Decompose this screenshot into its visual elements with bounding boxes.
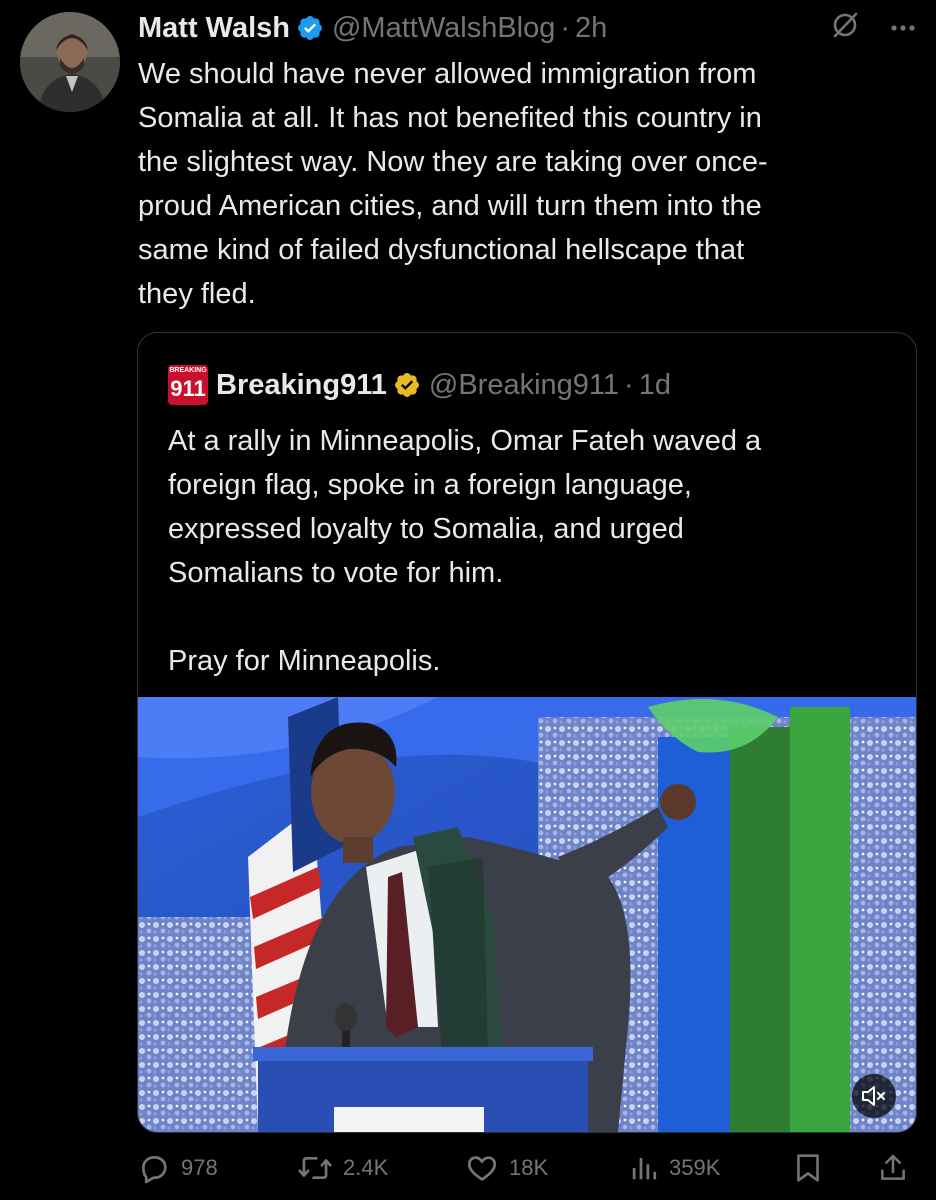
quoted-separator-dot: · <box>624 368 634 401</box>
more-options-icon[interactable] <box>890 19 916 37</box>
verified-badge-icon <box>296 14 324 42</box>
heart-icon <box>467 1156 497 1181</box>
logo-number-text: 911 <box>170 376 206 401</box>
avatar-image <box>20 12 120 112</box>
quoted-paragraph-2: Pray for Minneapolis. <box>168 645 441 677</box>
tweet-text: We should have never allowed immigration… <box>138 58 768 310</box>
quoted-tweet-header: BREAKING 911 Breaking911 @Breaking911 · … <box>168 365 671 405</box>
tweet-timestamp[interactable]: 2h <box>575 12 607 45</box>
repost-count: 2.4K <box>343 1155 389 1180</box>
like-count: 18K <box>509 1155 549 1180</box>
view-count: 359K <box>669 1155 721 1180</box>
share-icon <box>881 1154 905 1180</box>
quoted-tweet-text: At a rally in Minneapolis, Omar Fateh wa… <box>168 419 888 683</box>
quoted-author-name[interactable]: Breaking911 <box>216 369 387 402</box>
avatar[interactable] <box>20 12 120 112</box>
reply-count: 978 <box>181 1155 218 1180</box>
author-name[interactable]: Matt Walsh <box>138 12 290 45</box>
breaking911-logo[interactable]: BREAKING 911 <box>168 365 208 405</box>
video-player[interactable] <box>138 697 916 1132</box>
tweet-header: Matt Walsh @MattWalshBlog · 2h <box>138 8 916 48</box>
share-button[interactable] <box>877 1148 909 1188</box>
bookmark-icon <box>797 1154 819 1182</box>
reply-icon <box>142 1156 167 1184</box>
views-icon <box>632 1158 657 1180</box>
logo-top-text: BREAKING <box>169 367 207 374</box>
like-button[interactable]: 18K <box>465 1148 548 1188</box>
quoted-author-handle[interactable]: @Breaking911 <box>429 369 619 402</box>
bookmark-button[interactable] <box>793 1148 823 1188</box>
repost-icon <box>298 1156 332 1180</box>
repost-button[interactable]: 2.4K <box>297 1148 388 1188</box>
speaker-muted-icon <box>862 1086 885 1106</box>
grok-icon[interactable] <box>830 10 860 45</box>
quoted-paragraph-1: At a rally in Minneapolis, Omar Fateh wa… <box>168 425 762 589</box>
separator-dot: · <box>560 11 571 44</box>
video-frame <box>138 697 916 1132</box>
quoted-tweet-timestamp[interactable]: 1d <box>639 369 671 402</box>
mute-toggle-button[interactable] <box>852 1074 896 1118</box>
tweet-action-bar: 978 2.4K 18K 359K <box>137 1148 917 1188</box>
reply-button[interactable]: 978 <box>137 1148 218 1188</box>
header-actions <box>830 10 916 45</box>
views-button[interactable]: 359K <box>629 1148 720 1188</box>
quoted-tweet-card[interactable]: BREAKING 911 Breaking911 @Breaking911 · … <box>137 332 917 1133</box>
author-handle[interactable]: @MattWalshBlog <box>332 12 555 45</box>
gold-verified-badge-icon <box>393 371 421 399</box>
